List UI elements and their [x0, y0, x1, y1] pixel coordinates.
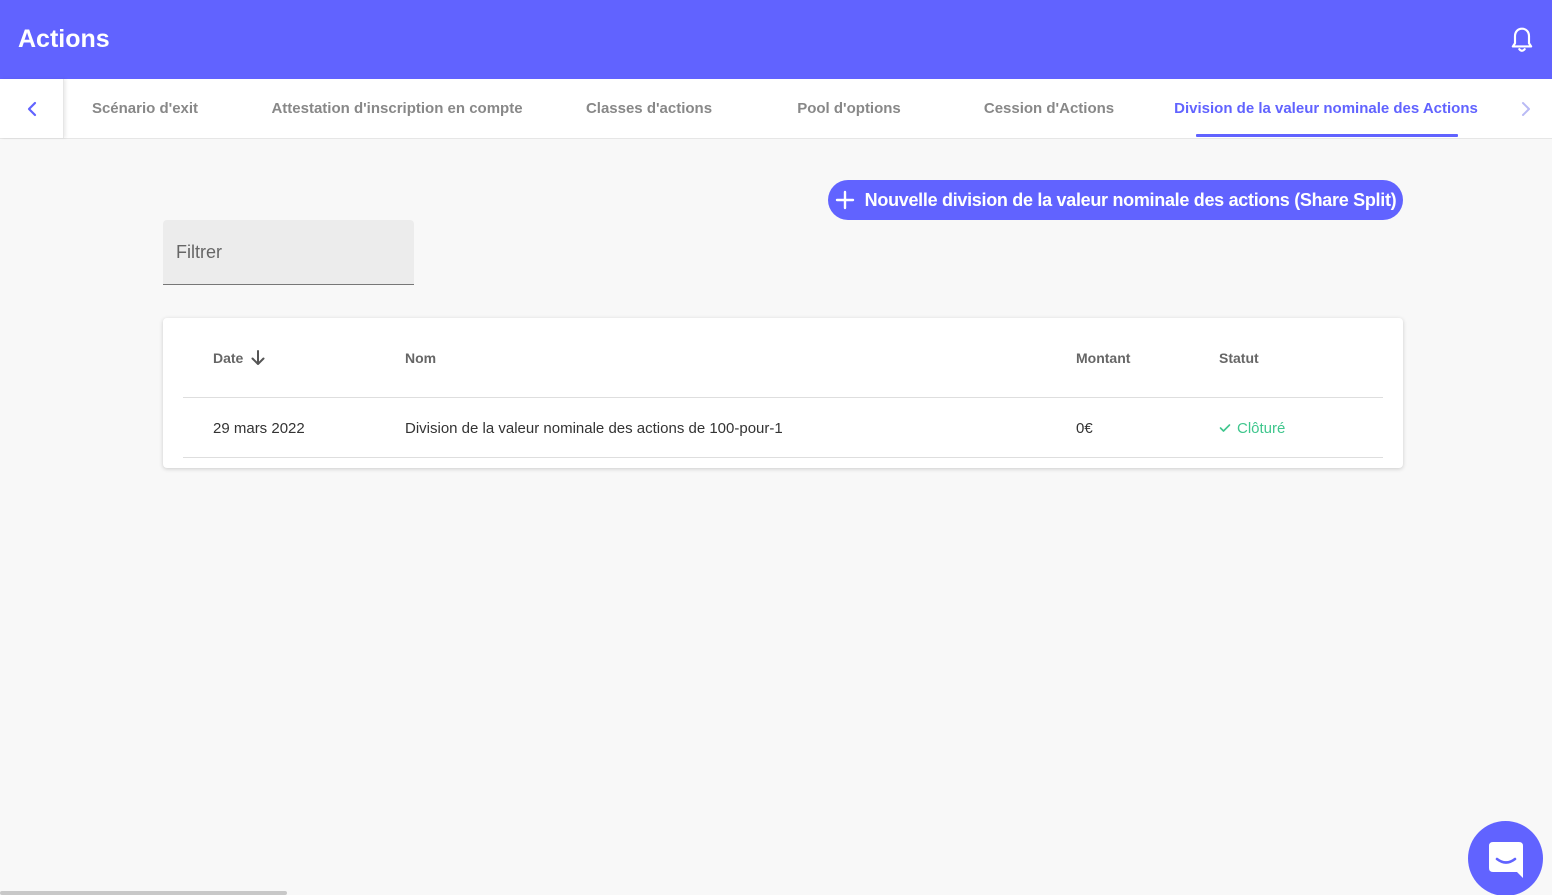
column-header-statut: Statut	[1219, 350, 1259, 366]
tabs-scroll-right-button[interactable]	[1500, 79, 1552, 138]
tab-attestation-inscription[interactable]: Attestation d'inscription en compte	[262, 79, 532, 138]
row-divider	[183, 457, 1383, 458]
chat-launcher-button[interactable]	[1468, 821, 1543, 895]
tabs-bar: Scénario d'exit Attestation d'inscriptio…	[0, 79, 1552, 139]
cell-nom: Division de la valeur nominale des actio…	[405, 419, 783, 437]
tabs-scroll-left-button[interactable]	[0, 79, 64, 138]
column-header-nom: Nom	[405, 350, 437, 366]
plus-icon	[835, 190, 855, 210]
status-badge: Clôturé	[1237, 419, 1286, 437]
tab-scenario-exit[interactable]: Scénario d'exit	[64, 79, 226, 138]
bell-icon	[1511, 26, 1533, 52]
chat-icon	[1488, 842, 1523, 878]
header-divider	[183, 397, 1383, 398]
new-share-split-label: Nouvelle division de la valeur nominale …	[864, 189, 1397, 210]
column-header-montant: Montant	[1076, 350, 1131, 366]
notifications-button[interactable]	[1506, 24, 1538, 56]
active-tab-indicator	[1196, 134, 1458, 137]
arrow-down-icon	[251, 350, 265, 366]
column-header-date-label: Date	[213, 350, 244, 366]
app-bar: Actions	[0, 0, 1552, 79]
tab-division-valeur-nominale[interactable]: Division de la valeur nominale des Actio…	[1170, 79, 1482, 138]
cell-montant: 0€	[1076, 419, 1093, 437]
page-title: Actions	[18, 25, 110, 53]
chevron-right-icon	[1522, 101, 1530, 116]
new-share-split-button[interactable]: Nouvelle division de la valeur nominale …	[828, 180, 1403, 220]
check-icon	[1219, 423, 1231, 433]
chevron-left-icon	[27, 101, 36, 116]
tab-cession-actions[interactable]: Cession d'Actions	[972, 79, 1126, 138]
cell-date: 29 mars 2022	[213, 419, 305, 437]
filter-input[interactable]	[163, 220, 414, 284]
share-split-table: Date Nom Montant Statut 29 mars 2022 Div…	[163, 318, 1403, 468]
column-header-date[interactable]: Date	[213, 318, 265, 398]
filter-field[interactable]	[163, 220, 414, 285]
tab-classes-actions[interactable]: Classes d'actions	[574, 79, 724, 138]
horizontal-scrollbar[interactable]	[0, 891, 287, 895]
cell-statut: Clôturé	[1219, 398, 1285, 458]
tab-pool-options[interactable]: Pool d'options	[784, 79, 914, 138]
